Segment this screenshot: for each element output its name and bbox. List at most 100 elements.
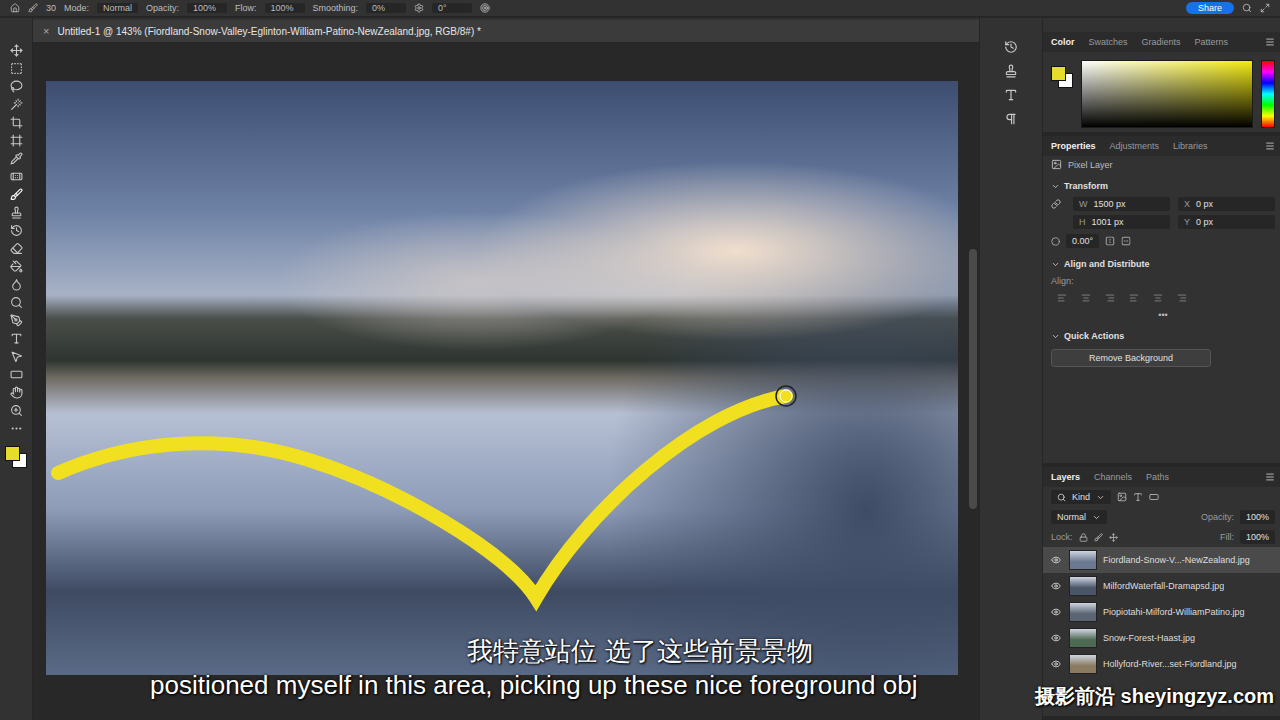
layer-row[interactable]: Fiordland-Snow-V...-NewZealand.jpg [1043, 547, 1280, 573]
mode-select[interactable]: Normal [97, 3, 138, 13]
pressure-icon[interactable] [480, 3, 490, 13]
layer-row[interactable]: Hollyford-River...set-Fiordland.jpg [1043, 651, 1280, 677]
align-left-icon[interactable] [1057, 293, 1067, 303]
dock-icon[interactable] [1004, 40, 1018, 54]
opacity-field[interactable]: 100% [1240, 510, 1275, 524]
panel-tab[interactable]: Channels [1094, 472, 1132, 482]
lock-icon[interactable] [1079, 533, 1088, 542]
canvas-area[interactable] [33, 43, 979, 720]
align-top-icon[interactable] [1129, 293, 1139, 303]
document-tab[interactable]: ×Untitled-1 @ 143% (Fiordland-Snow-Valle… [33, 20, 979, 43]
opacity-field[interactable]: 100% [187, 3, 227, 13]
dock-icon[interactable] [1004, 64, 1018, 78]
tool-icon[interactable] [10, 422, 23, 435]
color-swatches[interactable] [5, 446, 27, 468]
share-button[interactable]: Share [1186, 2, 1234, 14]
chevron-icon[interactable] [1051, 260, 1060, 269]
tool-icon[interactable] [10, 296, 23, 309]
color-picker[interactable] [1081, 60, 1253, 128]
tool-icon[interactable] [10, 134, 23, 147]
lock-pixels-icon[interactable] [1094, 533, 1103, 542]
tool-icon[interactable] [10, 278, 23, 291]
flip-horizontal-icon[interactable] [1105, 236, 1115, 246]
menu-icon[interactable] [1265, 472, 1275, 482]
section-header[interactable]: Quick Actions [1043, 323, 1280, 345]
tool-icon[interactable] [10, 152, 23, 165]
height-field[interactable]: H1001 px [1073, 215, 1170, 229]
eye-icon[interactable] [1051, 581, 1061, 591]
scrollbar[interactable] [969, 49, 977, 714]
flow-field[interactable]: 100% [265, 3, 305, 13]
eye-icon[interactable] [1051, 607, 1061, 617]
type-filter-icon[interactable] [1133, 492, 1143, 502]
width-field[interactable]: W1500 px [1073, 197, 1170, 211]
layer-row[interactable]: Piopiotahi-Milford-WilliamPatino.jpg [1043, 599, 1280, 625]
section-header[interactable]: Transform [1043, 173, 1280, 195]
section-header[interactable]: Align and Distribute [1043, 251, 1280, 273]
tool-icon[interactable] [10, 350, 23, 363]
panel-tab[interactable]: Color [1051, 37, 1075, 47]
align-bottom-icon[interactable] [1177, 293, 1187, 303]
flip-vertical-icon[interactable] [1121, 236, 1131, 246]
brush-icon[interactable] [28, 3, 38, 13]
tool-icon[interactable] [10, 44, 23, 57]
dock-icon[interactable] [1004, 112, 1018, 126]
x-field[interactable]: X0 px [1178, 197, 1275, 211]
eye-icon[interactable] [1051, 555, 1061, 565]
tool-icon[interactable] [10, 224, 23, 237]
panel-tab[interactable]: Gradients [1142, 37, 1181, 47]
panel-tab[interactable]: Paths [1146, 472, 1169, 482]
tool-icon[interactable] [10, 188, 23, 201]
panel-tab[interactable]: Layers [1051, 472, 1080, 482]
tool-icon[interactable] [10, 242, 23, 255]
menu-icon[interactable] [1265, 141, 1275, 151]
angle-field[interactable]: 0.00° [1066, 234, 1099, 248]
foreground-swatch[interactable] [1051, 66, 1066, 81]
tool-icon[interactable] [10, 98, 23, 111]
angle-field[interactable]: 0° [432, 3, 472, 13]
fill-field[interactable]: 100% [1240, 530, 1275, 544]
photo[interactable] [46, 81, 958, 675]
panel-tab[interactable]: Swatches [1089, 37, 1128, 47]
shape-filter-icon[interactable] [1149, 492, 1159, 502]
tool-icon[interactable] [10, 116, 23, 129]
panel-tab[interactable]: Properties [1051, 141, 1096, 151]
panel-tab[interactable]: Adjustments [1110, 141, 1160, 151]
remove-background-button[interactable]: Remove Background [1051, 349, 1211, 367]
tool-icon[interactable] [10, 260, 23, 273]
link-icon[interactable] [1051, 199, 1061, 209]
eye-icon[interactable] [1051, 659, 1061, 669]
tool-icon[interactable] [10, 368, 23, 381]
filter-select[interactable]: Kind [1051, 490, 1111, 504]
dock-icon[interactable] [1004, 88, 1018, 102]
blend-mode-select[interactable]: Normal [1051, 510, 1107, 524]
scroll-thumb[interactable] [969, 249, 977, 509]
lock-position-icon[interactable] [1109, 533, 1118, 542]
gear-icon[interactable] [414, 3, 424, 13]
align-center-icon[interactable] [1081, 293, 1091, 303]
close-tab-button[interactable]: × [43, 25, 49, 37]
panel-tab[interactable]: Libraries [1173, 141, 1208, 151]
menu-icon[interactable] [1265, 37, 1275, 47]
tool-icon[interactable] [10, 332, 23, 345]
tool-icon[interactable] [10, 62, 23, 75]
layer-row[interactable]: MilfordWaterfall-Dramapsd.jpg [1043, 573, 1280, 599]
tool-icon[interactable] [10, 206, 23, 219]
layer-row[interactable]: Snow-Forest-Haast.jpg [1043, 625, 1280, 651]
panel-tab[interactable]: Patterns [1195, 37, 1229, 47]
panel-swatches[interactable] [1051, 66, 1073, 88]
foreground-swatch[interactable] [5, 446, 20, 461]
chevron-icon[interactable] [1051, 332, 1060, 341]
hue-slider[interactable] [1261, 60, 1275, 128]
brush-size[interactable]: 30 [46, 3, 56, 13]
tool-icon[interactable] [10, 170, 23, 183]
tool-icon[interactable] [10, 314, 23, 327]
tool-icon[interactable] [10, 80, 23, 93]
chevron-icon[interactable] [1051, 182, 1060, 191]
y-field[interactable]: Y0 px [1178, 215, 1275, 229]
smoothing-field[interactable]: 0% [366, 3, 406, 13]
tool-icon[interactable] [10, 404, 23, 417]
pixel-filter-icon[interactable] [1117, 492, 1127, 502]
eye-icon[interactable] [1051, 633, 1061, 643]
tool-icon[interactable] [10, 386, 23, 399]
